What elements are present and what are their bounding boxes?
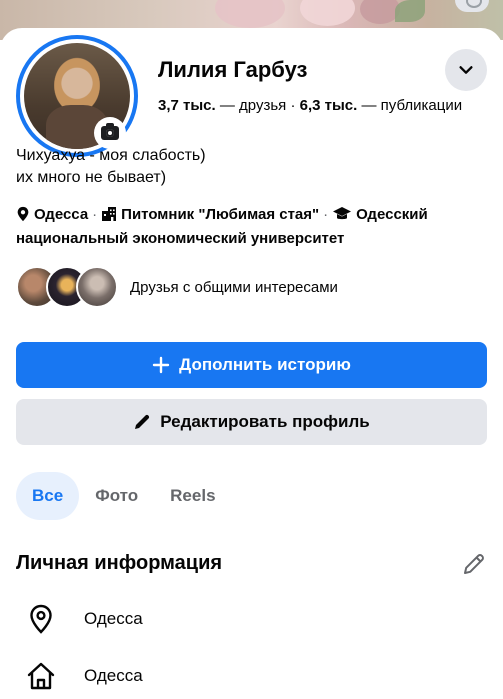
profile-bio: Чихуахуа - моя слабость) их много не быв… — [16, 145, 206, 189]
posts-count[interactable]: 6,3 тыс. — [300, 97, 358, 114]
info-location-text: Одесса — [84, 609, 143, 628]
chevron-down-icon — [459, 66, 473, 74]
bio-line-2: их много не бывает) — [16, 169, 167, 186]
friends-label[interactable]: — друзья — [220, 97, 286, 114]
detail-city[interactable]: Одесса — [34, 206, 88, 223]
tab-reels[interactable]: Reels — [154, 472, 231, 520]
mutual-avatar[interactable] — [76, 266, 118, 308]
edit-profile-button[interactable]: Редактировать профиль — [16, 399, 487, 445]
info-home-text: Одесса — [84, 666, 143, 685]
add-to-story-button[interactable]: Дополнить историю — [16, 342, 487, 388]
stats-separator: · — [290, 97, 296, 114]
posts-label[interactable]: — публикации — [361, 97, 462, 114]
profile-details: Одесса · Питомник "Любимая стая" · Одесски… — [16, 206, 428, 247]
profile-stats: 3,7 тыс. — друзья · 6,3 тыс. — публикаци… — [158, 97, 462, 114]
mutual-friends-label[interactable]: Друзья с общими интересами — [130, 279, 338, 296]
add-to-story-label: Дополнить историю — [179, 355, 351, 374]
profile-tabs: Все Фото Reels — [16, 472, 232, 520]
location-pin-icon — [16, 206, 30, 228]
pencil-icon — [133, 413, 151, 431]
profile-menu-button[interactable] — [445, 49, 487, 91]
location-pin-icon — [26, 604, 56, 634]
mutual-friends[interactable]: Друзья с общими интересами — [16, 265, 338, 309]
info-row-home: Одесса — [26, 661, 143, 691]
detail-work[interactable]: Питомник "Любимая стая" — [121, 206, 319, 223]
personal-info-title: Личная информация — [16, 552, 223, 574]
home-icon — [26, 661, 56, 691]
tab-all[interactable]: Все — [16, 472, 80, 520]
bio-line-1: Чихуахуа - моя слабость) — [16, 147, 206, 164]
profile-name: Лилия Гарбуз — [158, 57, 308, 82]
building-icon — [101, 206, 117, 228]
friends-count[interactable]: 3,7 тыс. — [158, 97, 216, 114]
tab-photos[interactable]: Фото — [79, 472, 154, 520]
edit-info-pencil-icon[interactable] — [461, 551, 487, 577]
edit-profile-label: Редактировать профиль — [160, 412, 370, 431]
plus-icon — [152, 356, 170, 374]
info-row-location: Одесса — [26, 604, 143, 634]
graduation-cap-icon — [332, 206, 352, 228]
